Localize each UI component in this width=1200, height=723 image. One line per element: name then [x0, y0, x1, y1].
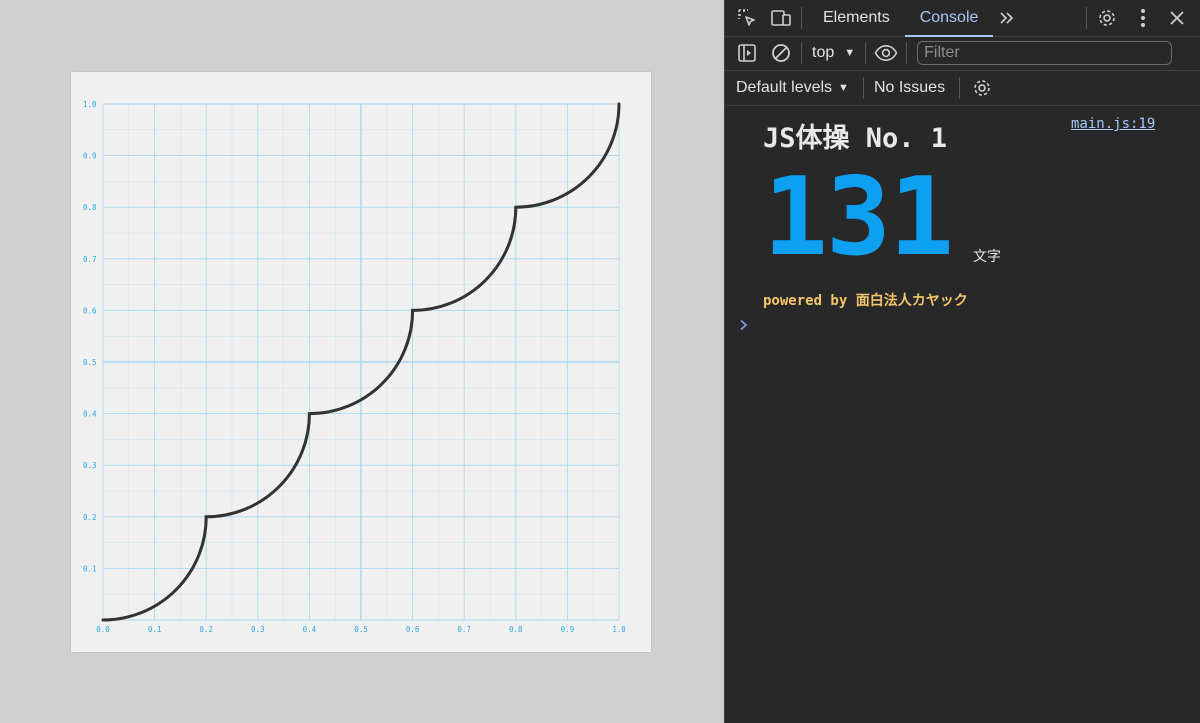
log-levels-label: Default levels [736, 78, 833, 96]
x-axis-ticks: 0.0 0.1 0.2 0.3 0.4 0.5 0.6 0.7 0.8 0.9 1.0 [96, 625, 626, 634]
x-tick-label: 0.7 [457, 625, 471, 634]
device-toolbar-icon[interactable] [767, 4, 795, 32]
more-tabs-chevron-icon[interactable] [993, 4, 1021, 32]
issues-counter[interactable]: No Issues [874, 79, 945, 97]
console-filter-input[interactable] [917, 41, 1173, 65]
devtools-panel: Elements Console top ▼ Filter Default le… [724, 0, 1200, 723]
devtools-tab-bar: Elements Console [725, 0, 1200, 37]
toolbar-divider [865, 42, 867, 64]
tab-console[interactable]: Console [904, 0, 994, 37]
x-tick-label: 0.8 [509, 625, 523, 634]
y-tick-label: 0.7 [83, 255, 97, 264]
toolbar-divider [801, 7, 802, 29]
toolbar-divider [801, 42, 802, 64]
dropdown-triangle-icon: ▼ [838, 81, 849, 94]
tab-elements[interactable]: Elements [808, 0, 905, 36]
quarter-circle-staircase-plot: 0.0 0.1 0.2 0.3 0.4 0.5 0.6 0.7 0.8 0.9 1.0 0.1 0.2… [83, 100, 626, 634]
y-tick-label: 0.6 [83, 306, 97, 315]
clear-console-icon[interactable] [767, 39, 795, 67]
x-tick-label: 0.9 [561, 625, 575, 634]
y-tick-label: 0.3 [83, 461, 97, 470]
character-count-unit: 文字 [973, 249, 1001, 265]
x-tick-label: 0.5 [354, 625, 368, 634]
log-levels-dropdown[interactable]: Default levels ▼ [732, 79, 853, 97]
javascript-context-select[interactable]: top ▼ [808, 44, 859, 62]
powered-by-credit: powered by 面白法人カヤック [763, 293, 968, 309]
toolbar-divider [959, 76, 961, 99]
character-count: 131 [763, 155, 954, 280]
show-sidebar-icon[interactable] [733, 39, 761, 67]
toolbar-divider [1086, 7, 1087, 29]
context-value: top [812, 44, 835, 61]
toolbar-divider [906, 42, 908, 64]
y-axis-ticks: 0.1 0.2 0.3 0.4 0.5 0.6 0.7 0.8 0.9 1.0 [83, 100, 97, 573]
toolbar-divider [862, 76, 864, 99]
settings-gear-icon[interactable] [1093, 4, 1121, 32]
console-output: JS体操 No. 1 main.js:19 131 文字 powered by … [725, 106, 1200, 723]
more-options-kebab-icon[interactable] [1129, 4, 1157, 32]
y-tick-label: 0.9 [83, 152, 97, 161]
x-tick-label: 0.3 [251, 625, 265, 634]
log-title: JS体操 No. 1 [763, 123, 948, 154]
log-source-link[interactable]: main.js:19 [1071, 116, 1155, 132]
x-tick-label: 0.6 [406, 625, 420, 634]
x-tick-label: 0.4 [303, 625, 317, 634]
close-devtools-icon[interactable] [1163, 4, 1191, 32]
x-tick-label: 1.0 [612, 625, 626, 634]
y-tick-label: 0.4 [83, 410, 97, 419]
console-levels-bar: Default levels ▼ No Issues [725, 70, 1200, 106]
x-tick-label: 0.0 [96, 625, 110, 634]
live-expression-eye-icon[interactable] [872, 39, 900, 67]
y-tick-label: 0.5 [83, 358, 97, 367]
x-tick-label: 0.2 [199, 625, 213, 634]
y-tick-label: 1.0 [83, 100, 97, 109]
inspect-element-icon[interactable] [733, 4, 761, 32]
console-settings-gear-icon[interactable] [968, 74, 996, 102]
console-toolbar: top ▼ [725, 36, 1200, 71]
y-tick-label: 0.1 [83, 564, 97, 573]
y-tick-label: 0.8 [83, 203, 97, 212]
dropdown-triangle-icon: ▼ [844, 47, 856, 59]
x-tick-label: 0.1 [148, 625, 162, 634]
plot-canvas: 0.0 0.1 0.2 0.3 0.4 0.5 0.6 0.7 0.8 0.9 1.0 0.1 0.2… [71, 72, 651, 652]
page-viewport: 0.0 0.1 0.2 0.3 0.4 0.5 0.6 0.7 0.8 0.9 1.0 0.1 0.2… [0, 0, 724, 723]
console-prompt-chevron-icon[interactable] [739, 318, 749, 336]
y-tick-label: 0.2 [83, 513, 97, 522]
